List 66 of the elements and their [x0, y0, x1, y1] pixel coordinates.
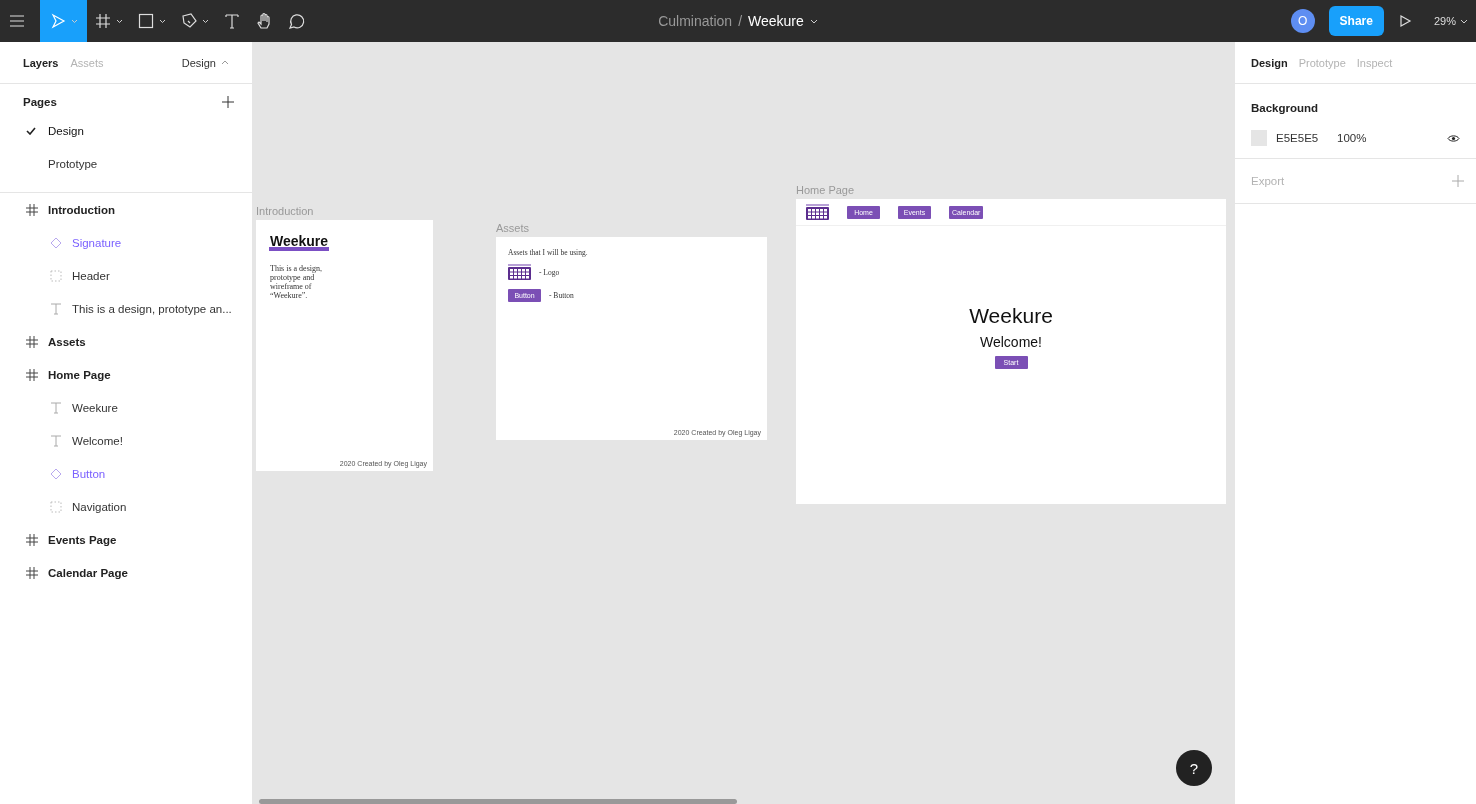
pointer-icon — [49, 12, 67, 30]
panel-tab[interactable]: Design — [1251, 56, 1288, 69]
check-icon — [26, 126, 36, 135]
hash-icon — [26, 566, 38, 579]
text-icon — [50, 302, 62, 315]
welcome-text: Welcome! — [980, 334, 1042, 350]
signature-heading: Weekure — [269, 235, 330, 251]
page-menu[interactable]: Design — [181, 56, 229, 69]
layer-item[interactable]: Calendar Page — [0, 556, 252, 589]
hash-icon — [26, 533, 38, 546]
project-name[interactable]: Culmination — [658, 13, 733, 29]
layer-item[interactable]: Signature — [0, 226, 252, 259]
text-icon — [50, 434, 62, 447]
square-icon — [137, 12, 155, 30]
speech-bubble-icon — [287, 12, 305, 30]
layer-item[interactable]: This is a design, prototype an... — [0, 292, 252, 325]
diamond-icon — [50, 236, 62, 249]
hash-icon — [26, 368, 38, 381]
text-icon — [50, 401, 62, 414]
layer-item[interactable]: Button — [0, 457, 252, 490]
hash-icon — [26, 203, 38, 216]
layer-item[interactable]: Header — [0, 259, 252, 292]
hex-value[interactable]: E5E5E5 — [1276, 132, 1337, 144]
hand-icon — [255, 12, 273, 30]
section-title: Pages — [23, 96, 57, 108]
site-title: Weekure — [969, 304, 1053, 328]
caret-icon — [1460, 18, 1468, 24]
layer-item[interactable]: Home Page — [0, 358, 252, 391]
layer-item[interactable]: Introduction — [0, 193, 252, 226]
eye-icon[interactable] — [1447, 133, 1460, 143]
caret-icon — [116, 18, 123, 24]
caret-icon — [71, 18, 78, 24]
pen-icon — [180, 12, 198, 30]
zoom-menu[interactable]: 29% — [1433, 15, 1468, 27]
layer-item[interactable]: Welcome! — [0, 424, 252, 457]
caret-icon — [221, 60, 229, 65]
dashed-square-icon — [50, 500, 62, 513]
panel-tab[interactable]: Layers — [23, 56, 59, 69]
file-name[interactable]: Weekure — [748, 13, 804, 29]
page-item[interactable]: Prototype — [0, 147, 252, 180]
path-separator: / — [738, 13, 742, 29]
help-button[interactable]: ? — [1176, 750, 1212, 786]
section-title: Export — [1251, 175, 1285, 187]
text-icon — [223, 12, 241, 30]
scrollbar[interactable] — [259, 799, 737, 804]
menu-icon — [8, 12, 26, 30]
layer-item[interactable]: Assets — [0, 325, 252, 358]
hash-icon — [26, 335, 38, 348]
page-item[interactable]: Design — [0, 114, 252, 147]
dashed-square-icon — [50, 269, 62, 282]
hash-icon — [94, 12, 112, 30]
section-title: Background — [1251, 102, 1320, 114]
layer-item[interactable]: Navigation — [0, 490, 252, 523]
color-swatch[interactable] — [1251, 130, 1267, 146]
caret-icon[interactable] — [809, 18, 818, 24]
intro-text: This is a design, prototype and wireframe of “Weekure”. — [270, 264, 323, 300]
layer-item[interactable]: Events Page — [0, 523, 252, 556]
play-icon[interactable] — [1397, 14, 1412, 28]
calendar-logo-icon — [508, 264, 531, 280]
opacity-value[interactable]: 100% — [1337, 132, 1447, 144]
layer-item[interactable]: Weekure — [0, 391, 252, 424]
calendar-logo-icon — [806, 204, 829, 220]
caret-icon — [202, 18, 209, 24]
diamond-icon — [50, 467, 62, 480]
caret-icon — [159, 18, 166, 24]
plus-icon[interactable] — [222, 96, 234, 108]
